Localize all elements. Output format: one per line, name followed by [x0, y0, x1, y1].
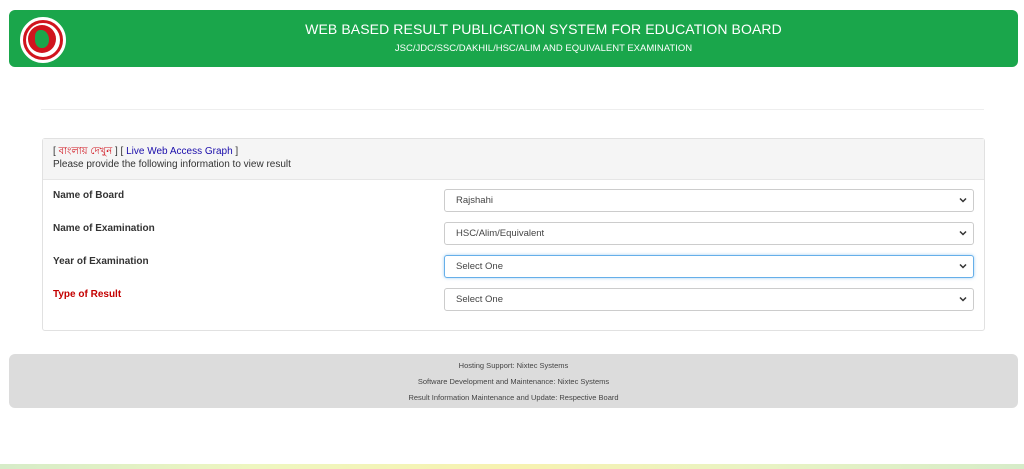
site-header: WEB BASED RESULT PUBLICATION SYSTEM FOR … [9, 10, 1018, 67]
exam-select-value: HSC/Alim/Equivalent [456, 228, 545, 239]
year-select[interactable]: Select One [444, 255, 974, 278]
footer-software: Software Development and Maintenance: Ni… [417, 377, 610, 386]
board-select-value: Rajshahi [456, 195, 493, 206]
site-footer: Hosting Support: Nixtec Systems Software… [9, 354, 1018, 408]
page-title: WEB BASED RESULT PUBLICATION SYSTEM FOR … [305, 21, 782, 37]
result-type-select[interactable]: Select One [444, 288, 974, 311]
board-select[interactable]: Rajshahi [444, 189, 974, 212]
result-type-select-value: Select One [456, 294, 503, 305]
chevron-down-icon [959, 197, 967, 203]
result-type-label: Type of Result [53, 289, 122, 300]
exam-label: Name of Examination [53, 223, 155, 234]
live-web-access-graph-link[interactable]: Live Web Access Graph [126, 146, 233, 157]
panel-heading: [ বাংলায় দেখুন ] [ Live Web Access Grap… [43, 139, 984, 180]
chevron-down-icon [959, 263, 967, 269]
footer-hosting: Hosting Support: Nixtec Systems [458, 361, 569, 370]
year-label: Year of Examination [53, 256, 149, 267]
decorative-strip [0, 464, 1024, 469]
divider [41, 109, 984, 110]
instruction-text: Please provide the following information… [53, 159, 291, 170]
bracket-separator: ] [ [112, 146, 127, 157]
government-seal-icon [20, 17, 66, 63]
result-form-panel: [ বাংলায় দেখুন ] [ Live Web Access Grap… [42, 138, 985, 331]
bracket-close: ] [232, 146, 239, 157]
footer-result-info: Result Information Maintenance and Updat… [408, 393, 619, 402]
board-label: Name of Board [53, 190, 125, 201]
exam-select[interactable]: HSC/Alim/Equivalent [444, 222, 974, 245]
page-subtitle: JSC/JDC/SSC/DAKHIL/HSC/ALIM AND EQUIVALE… [394, 43, 693, 54]
chevron-down-icon [959, 230, 967, 236]
chevron-down-icon [959, 296, 967, 302]
year-select-value: Select One [456, 261, 503, 272]
bangla-link[interactable]: বাংলায় দেখুন [59, 146, 113, 157]
